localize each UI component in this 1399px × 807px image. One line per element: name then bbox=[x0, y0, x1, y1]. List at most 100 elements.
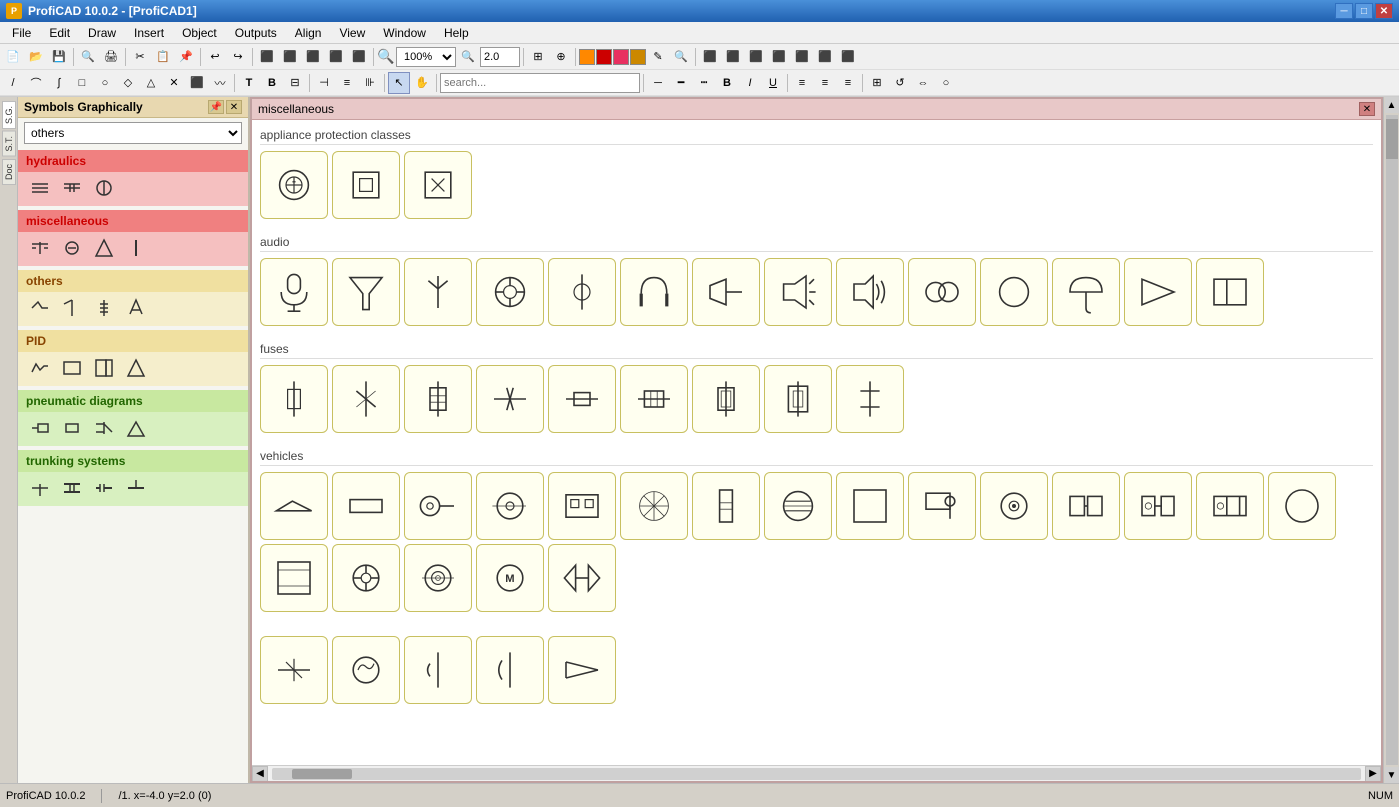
horizontal-scrollbar[interactable]: ◀ ▶ bbox=[252, 765, 1381, 781]
arc-tool[interactable]: ⌒ bbox=[25, 72, 47, 94]
sym-vehicle-17[interactable] bbox=[332, 544, 400, 612]
comp6-button[interactable]: ⬛ bbox=[814, 46, 836, 68]
hydraulics-sym-1[interactable] bbox=[26, 176, 54, 200]
cross-tool[interactable]: ✕ bbox=[163, 72, 185, 94]
pneumatic-sym-1[interactable] bbox=[26, 416, 54, 440]
comp7-button[interactable]: ⬛ bbox=[837, 46, 859, 68]
trunking-sym-1[interactable] bbox=[26, 476, 54, 500]
misc-window-content[interactable]: appliance protection classes bbox=[252, 120, 1381, 765]
sym-audio-8[interactable] bbox=[764, 258, 832, 326]
menu-outputs[interactable]: Outputs bbox=[227, 24, 285, 42]
symbols-header-buttons[interactable]: 📌 ✕ bbox=[208, 100, 242, 114]
miscellaneous-header[interactable]: miscellaneous bbox=[18, 210, 248, 232]
pid-sym-2[interactable] bbox=[58, 356, 86, 380]
misc-sym-1[interactable] bbox=[26, 236, 54, 260]
category-dropdown[interactable]: others hydraulics miscellaneous PID pneu… bbox=[24, 122, 242, 144]
color2-button[interactable] bbox=[596, 49, 612, 65]
align-top-button[interactable]: ⬛ bbox=[302, 46, 324, 68]
comp1-button[interactable]: ⬛ bbox=[699, 46, 721, 68]
sym-vehicle-16[interactable] bbox=[260, 544, 328, 612]
scroll-vertical-track[interactable] bbox=[1386, 115, 1398, 765]
trunking-sym-3[interactable] bbox=[90, 476, 118, 500]
menu-view[interactable]: View bbox=[331, 24, 373, 42]
sym-fuse-6[interactable] bbox=[620, 365, 688, 433]
others-sym-4[interactable] bbox=[122, 296, 150, 320]
sym-extra-5[interactable] bbox=[548, 636, 616, 704]
sym-vehicle-15[interactable] bbox=[1268, 472, 1336, 540]
symbol-search-input[interactable] bbox=[440, 73, 640, 93]
trunking-sym-4[interactable] bbox=[122, 476, 150, 500]
line-style3[interactable]: ┅ bbox=[693, 72, 715, 94]
sym-vehicle-11[interactable] bbox=[980, 472, 1048, 540]
pin-tool[interactable]: ⊣ bbox=[313, 72, 335, 94]
pneumatic-sym-3[interactable] bbox=[90, 416, 118, 440]
sym-fuse-4[interactable] bbox=[476, 365, 544, 433]
sym-audio-10[interactable] bbox=[908, 258, 976, 326]
sym-audio-2[interactable] bbox=[332, 258, 400, 326]
scroll-up-button[interactable]: ▲ bbox=[1385, 97, 1399, 113]
sym-extra-2[interactable] bbox=[332, 636, 400, 704]
new-button[interactable]: 📄 bbox=[2, 46, 24, 68]
rotate-tool[interactable]: ↺ bbox=[889, 72, 911, 94]
misc-sym-2[interactable] bbox=[58, 236, 86, 260]
sym-vehicle-13[interactable] bbox=[1124, 472, 1192, 540]
title-bar-buttons[interactable]: ─ □ ✕ bbox=[1335, 3, 1393, 19]
mirror-tool[interactable]: ⇔ bbox=[912, 72, 934, 94]
menu-align[interactable]: Align bbox=[287, 24, 330, 42]
comp4-button[interactable]: ⬛ bbox=[768, 46, 790, 68]
line-italic[interactable]: I bbox=[739, 72, 761, 94]
sym-fuse-7[interactable] bbox=[692, 365, 760, 433]
curve-tool[interactable]: ∫ bbox=[48, 72, 70, 94]
sym-fuse-5[interactable] bbox=[548, 365, 616, 433]
trunking-header[interactable]: trunking systems bbox=[18, 450, 248, 472]
pneumatic-sym-2[interactable] bbox=[58, 416, 86, 440]
line-underline[interactable]: U bbox=[762, 72, 784, 94]
sym-audio-11[interactable] bbox=[980, 258, 1048, 326]
menu-edit[interactable]: Edit bbox=[41, 24, 78, 42]
line-style1[interactable]: ─ bbox=[647, 72, 669, 94]
sym-protection-2[interactable] bbox=[332, 151, 400, 219]
sym-fuse-3[interactable] bbox=[404, 365, 472, 433]
zoom-select[interactable]: 100% 75% 150% bbox=[396, 47, 456, 67]
connect-tool[interactable]: ≡ bbox=[336, 72, 358, 94]
sym-extra-4[interactable] bbox=[476, 636, 544, 704]
ellipse-tool[interactable]: ○ bbox=[94, 72, 116, 94]
print-preview-button[interactable]: 🔍 bbox=[77, 46, 99, 68]
sym-extra-3[interactable] bbox=[404, 636, 472, 704]
rect-tool[interactable]: □ bbox=[71, 72, 93, 94]
line-style2[interactable]: ━ bbox=[670, 72, 692, 94]
sym-audio-13[interactable] bbox=[1124, 258, 1192, 326]
sym-audio-12[interactable] bbox=[1052, 258, 1120, 326]
sym-audio-1[interactable] bbox=[260, 258, 328, 326]
sym-audio-4[interactable] bbox=[476, 258, 544, 326]
symbols-graphically-tab[interactable]: S.G. bbox=[2, 101, 16, 129]
polygon-tool[interactable]: △ bbox=[140, 72, 162, 94]
align-bottom-button[interactable]: ⬛ bbox=[325, 46, 347, 68]
sym-vehicle-7[interactable] bbox=[692, 472, 760, 540]
sym-vehicle-2[interactable] bbox=[332, 472, 400, 540]
sym-vehicle-5[interactable] bbox=[548, 472, 616, 540]
diamond-tool[interactable]: ◇ bbox=[117, 72, 139, 94]
pid-sym-4[interactable] bbox=[122, 356, 150, 380]
align-left-button[interactable]: ⬛ bbox=[256, 46, 278, 68]
menu-window[interactable]: Window bbox=[375, 24, 434, 42]
close-button[interactable]: ✕ bbox=[1375, 3, 1393, 19]
align-left2[interactable]: ≡ bbox=[791, 72, 813, 94]
documents-tab[interactable]: Doc bbox=[2, 159, 16, 185]
sym-vehicle-10[interactable] bbox=[908, 472, 976, 540]
restore-button[interactable]: □ bbox=[1355, 3, 1373, 19]
others-sym-1[interactable] bbox=[26, 296, 54, 320]
hydraulics-sym-3[interactable] bbox=[90, 176, 118, 200]
sym-protection-1[interactable] bbox=[260, 151, 328, 219]
line-bold[interactable]: B bbox=[716, 72, 738, 94]
sym-audio-6[interactable] bbox=[620, 258, 688, 326]
zoom-value-input[interactable] bbox=[480, 47, 520, 67]
comp2-button[interactable]: ⬛ bbox=[722, 46, 744, 68]
sym-protection-3[interactable] bbox=[404, 151, 472, 219]
scroll-track[interactable] bbox=[272, 768, 1361, 780]
sym-vehicle-1[interactable] bbox=[260, 472, 328, 540]
snap-button[interactable]: ⊕ bbox=[550, 46, 572, 68]
hydraulics-sym-2[interactable] bbox=[58, 176, 86, 200]
trunking-sym-2[interactable] bbox=[58, 476, 86, 500]
pin-panel-button[interactable]: 📌 bbox=[208, 100, 224, 114]
